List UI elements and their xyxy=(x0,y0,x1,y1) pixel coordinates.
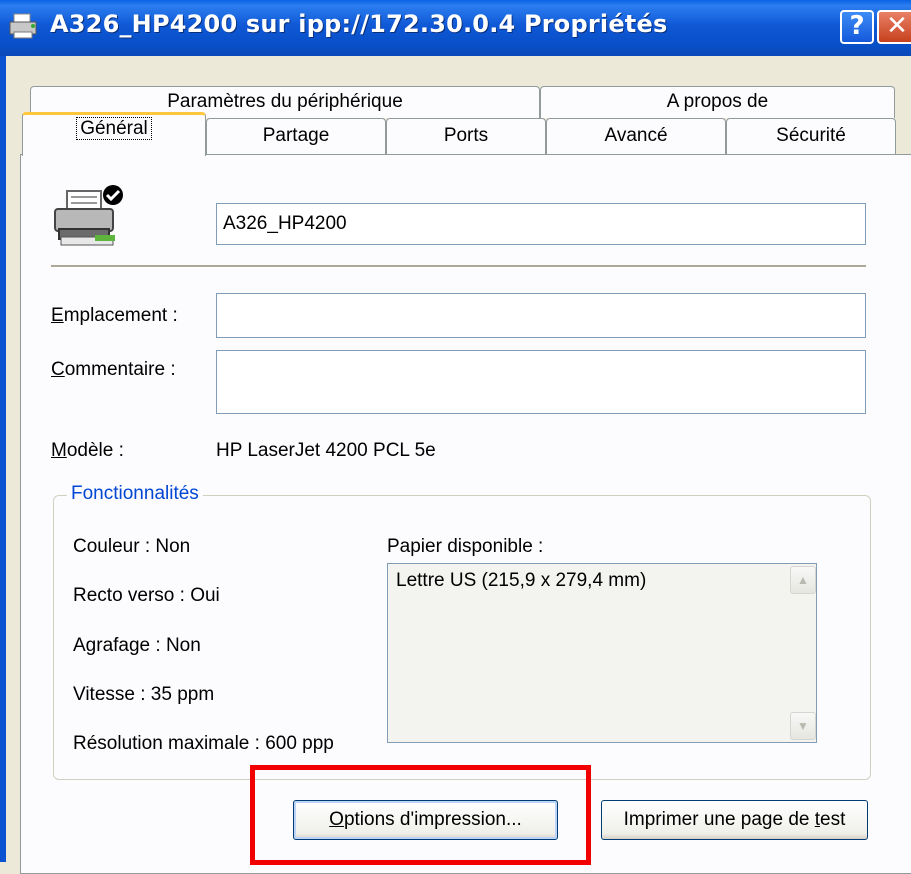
separator xyxy=(51,265,866,268)
tab-general[interactable]: Général xyxy=(22,112,206,156)
tab-about[interactable]: A propos de xyxy=(540,86,895,118)
features-title: Fonctionnalités xyxy=(67,483,203,505)
printer-icon xyxy=(54,185,123,246)
title-bar[interactable]: A326_HP4200 sur ipp://172.30.0.4 Proprié… xyxy=(0,0,911,56)
location-label: Emplacement : xyxy=(51,305,178,326)
tab-sharing[interactable]: Partage xyxy=(206,118,386,154)
printer-icon xyxy=(9,13,37,39)
paper-label: Papier disponible : xyxy=(387,536,544,557)
tab-advanced[interactable]: Avancé xyxy=(546,118,726,154)
speed-feature: Vitesse : 35 ppm xyxy=(73,684,215,705)
model-value: HP LaserJet 4200 PCL 5e xyxy=(216,440,436,461)
scroll-down-icon[interactable]: ▼ xyxy=(790,712,816,740)
resolution-feature: Résolution maximale : 600 ppp xyxy=(73,733,334,754)
tab-ports[interactable]: Ports xyxy=(386,118,546,154)
comment-label: Commentaire : xyxy=(51,359,176,380)
duplex-feature: Recto verso : Oui xyxy=(73,585,220,606)
color-feature: Couleur : Non xyxy=(73,536,191,557)
print-test-page-button[interactable]: Imprimer une page de test xyxy=(601,800,868,840)
tab-general-label: Général xyxy=(76,117,152,140)
location-field[interactable] xyxy=(216,293,866,338)
help-button[interactable]: ? xyxy=(840,10,874,44)
list-item[interactable]: Lettre US (215,9 x 279,4 mm) xyxy=(396,570,646,592)
window-title: A326_HP4200 sur ipp://172.30.0.4 Proprié… xyxy=(50,10,668,38)
scroll-up-icon[interactable]: ▲ xyxy=(790,566,816,594)
close-button[interactable]: ✕ xyxy=(877,10,911,44)
printer-name-field[interactable]: A326_HP4200 xyxy=(216,203,866,245)
paper-list[interactable]: Lettre US (215,9 x 279,4 mm) ▲ ▼ xyxy=(387,563,817,743)
comment-field[interactable] xyxy=(216,350,866,414)
highlight-box xyxy=(250,765,591,865)
window-border xyxy=(0,56,6,862)
model-label: Modèle : xyxy=(51,440,124,461)
scrollbar[interactable]: ▲ ▼ xyxy=(788,564,816,742)
staple-feature: Agrafage : Non xyxy=(73,635,201,656)
tab-security[interactable]: Sécurité xyxy=(726,118,896,154)
